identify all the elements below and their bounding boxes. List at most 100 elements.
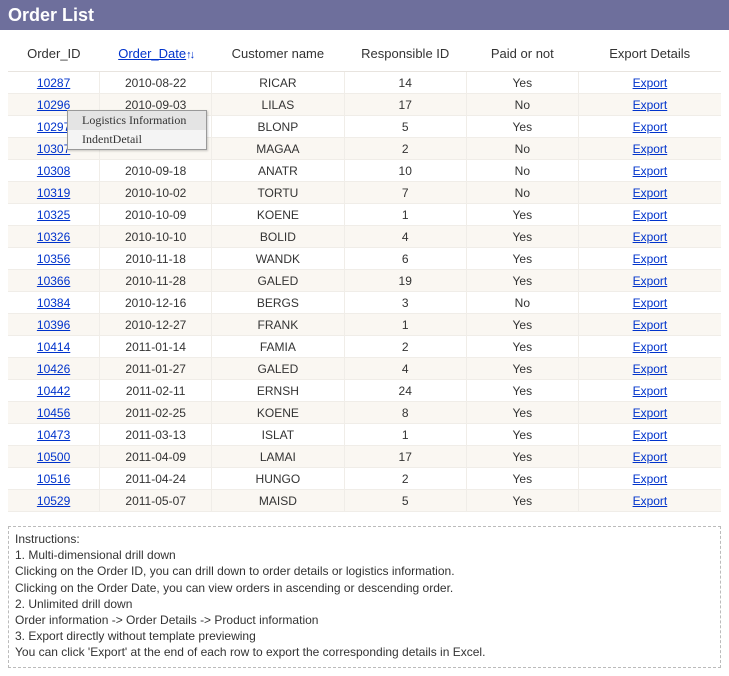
- export-link[interactable]: Export: [633, 186, 668, 200]
- paid-cell: Yes: [466, 468, 578, 490]
- export-link[interactable]: Export: [633, 274, 668, 288]
- responsible-cell: 24: [344, 380, 466, 402]
- customer-cell: ISLAT: [212, 424, 344, 446]
- export-link[interactable]: Export: [633, 142, 668, 156]
- order-id-link[interactable]: 10325: [37, 208, 70, 222]
- paid-cell: Yes: [466, 490, 578, 512]
- order-date-sort-link[interactable]: Order_Date: [118, 46, 186, 61]
- export-link[interactable]: Export: [633, 384, 668, 398]
- instructions-line: You can click 'Export' at the end of eac…: [15, 644, 714, 660]
- order-id-link[interactable]: 10396: [37, 318, 70, 332]
- paid-cell: Yes: [466, 314, 578, 336]
- paid-cell: Yes: [466, 402, 578, 424]
- customer-cell: FAMIA: [212, 336, 344, 358]
- order-date-cell: 2010-11-28: [100, 270, 212, 292]
- order-id-link[interactable]: 10414: [37, 340, 70, 354]
- paid-cell: No: [466, 138, 578, 160]
- instructions-line: Clicking on the Order Date, you can view…: [15, 580, 714, 596]
- table-row: 104142011-01-14FAMIA2YesExport: [8, 336, 721, 358]
- order-id-link[interactable]: 10287: [37, 76, 70, 90]
- paid-cell: Yes: [466, 204, 578, 226]
- order-date-cell: 2010-10-02: [100, 182, 212, 204]
- export-link[interactable]: Export: [633, 230, 668, 244]
- instructions-line: 1. Multi-dimensional drill down: [15, 547, 714, 563]
- responsible-cell: 1: [344, 424, 466, 446]
- customer-cell: LAMAI: [212, 446, 344, 468]
- context-menu-indent-detail[interactable]: IndentDetail: [68, 130, 206, 149]
- responsible-cell: 2: [344, 138, 466, 160]
- order-id-link[interactable]: 10442: [37, 384, 70, 398]
- customer-cell: ERNSH: [212, 380, 344, 402]
- col-paid: Paid or not: [466, 32, 578, 72]
- export-link[interactable]: Export: [633, 296, 668, 310]
- export-link[interactable]: Export: [633, 450, 668, 464]
- order-id-link[interactable]: 10307: [37, 142, 70, 156]
- customer-cell: FRANK: [212, 314, 344, 336]
- context-menu[interactable]: Logistics Information IndentDetail: [67, 110, 207, 150]
- order-id-link[interactable]: 10473: [37, 428, 70, 442]
- col-order-date[interactable]: Order_Date↑↓: [100, 32, 212, 72]
- export-link[interactable]: Export: [633, 472, 668, 486]
- responsible-cell: 5: [344, 116, 466, 138]
- export-link[interactable]: Export: [633, 120, 668, 134]
- export-link[interactable]: Export: [633, 362, 668, 376]
- order-date-cell: 2010-10-10: [100, 226, 212, 248]
- col-responsible-id: Responsible ID: [344, 32, 466, 72]
- export-link[interactable]: Export: [633, 76, 668, 90]
- customer-cell: MAISD: [212, 490, 344, 512]
- customer-cell: KOENE: [212, 204, 344, 226]
- page-title-text: Order List: [8, 5, 94, 26]
- export-link[interactable]: Export: [633, 208, 668, 222]
- table-row: 103252010-10-09KOENE1YesExport: [8, 204, 721, 226]
- order-date-cell: 2010-12-16: [100, 292, 212, 314]
- order-id-link[interactable]: 10326: [37, 230, 70, 244]
- export-link[interactable]: Export: [633, 318, 668, 332]
- export-link[interactable]: Export: [633, 428, 668, 442]
- order-id-link[interactable]: 10296: [37, 98, 70, 112]
- order-id-link[interactable]: 10319: [37, 186, 70, 200]
- paid-cell: Yes: [466, 446, 578, 468]
- order-id-link[interactable]: 10456: [37, 406, 70, 420]
- responsible-cell: 2: [344, 336, 466, 358]
- order-id-link[interactable]: 10366: [37, 274, 70, 288]
- order-date-cell: 2011-01-27: [100, 358, 212, 380]
- context-menu-logistics[interactable]: Logistics Information: [68, 111, 206, 130]
- export-link[interactable]: Export: [633, 406, 668, 420]
- responsible-cell: 14: [344, 72, 466, 94]
- responsible-cell: 19: [344, 270, 466, 292]
- customer-cell: HUNGO: [212, 468, 344, 490]
- table-row: 104732011-03-13ISLAT1YesExport: [8, 424, 721, 446]
- order-id-link[interactable]: 10384: [37, 296, 70, 310]
- customer-cell: WANDK: [212, 248, 344, 270]
- table-row: 103962010-12-27FRANK1YesExport: [8, 314, 721, 336]
- export-link[interactable]: Export: [633, 340, 668, 354]
- paid-cell: Yes: [466, 336, 578, 358]
- responsible-cell: 2: [344, 468, 466, 490]
- table-row: 103262010-10-10BOLID4YesExport: [8, 226, 721, 248]
- table-row: 103192010-10-02TORTU7NoExport: [8, 182, 721, 204]
- order-id-link[interactable]: 10356: [37, 252, 70, 266]
- order-id-link[interactable]: 10426: [37, 362, 70, 376]
- export-link[interactable]: Export: [633, 164, 668, 178]
- order-id-link[interactable]: 10297: [37, 120, 70, 134]
- responsible-cell: 4: [344, 226, 466, 248]
- export-link[interactable]: Export: [633, 252, 668, 266]
- responsible-cell: 10: [344, 160, 466, 182]
- customer-cell: MAGAA: [212, 138, 344, 160]
- order-id-link[interactable]: 10308: [37, 164, 70, 178]
- order-date-cell: 2010-11-18: [100, 248, 212, 270]
- paid-cell: No: [466, 94, 578, 116]
- order-id-link[interactable]: 10516: [37, 472, 70, 486]
- table-row: 104262011-01-27GALED4YesExport: [8, 358, 721, 380]
- table-header-row: Order_ID Order_Date↑↓ Customer name Resp…: [8, 32, 721, 72]
- table-row: 103842010-12-16BERGS3NoExport: [8, 292, 721, 314]
- responsible-cell: 8: [344, 402, 466, 424]
- export-link[interactable]: Export: [633, 98, 668, 112]
- table-row: 104422011-02-11ERNSH24YesExport: [8, 380, 721, 402]
- responsible-cell: 17: [344, 446, 466, 468]
- paid-cell: No: [466, 182, 578, 204]
- order-id-link[interactable]: 10500: [37, 450, 70, 464]
- instructions-line: 2. Unlimited drill down: [15, 596, 714, 612]
- order-id-link[interactable]: 10529: [37, 494, 70, 508]
- export-link[interactable]: Export: [633, 494, 668, 508]
